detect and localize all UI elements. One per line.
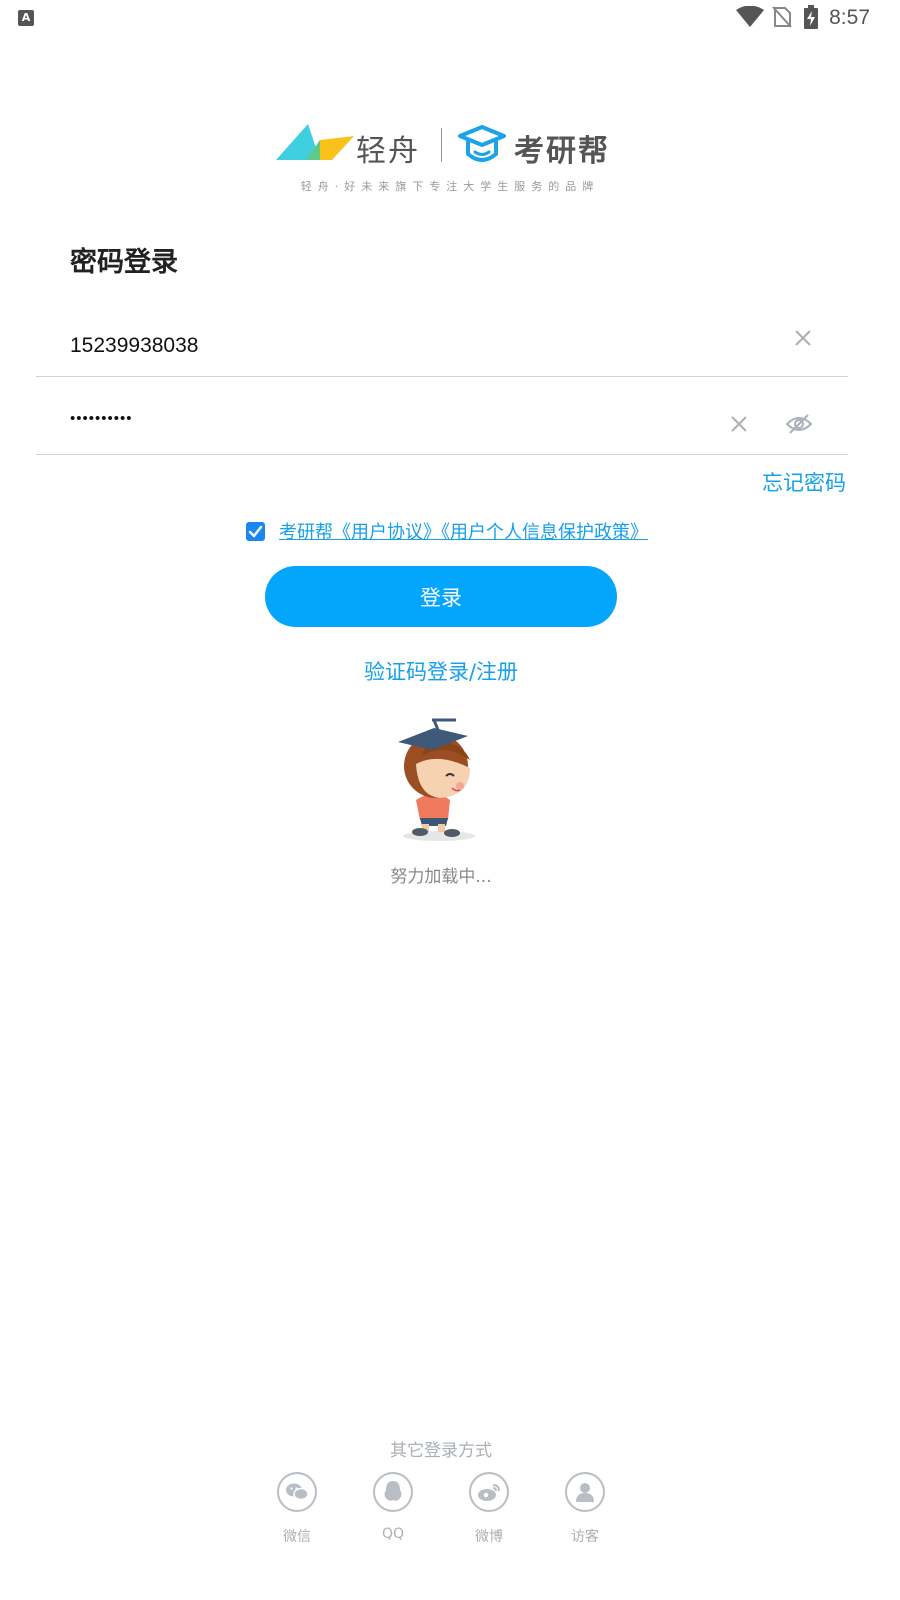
- login-button[interactable]: 登录: [265, 566, 617, 627]
- sms-login-link[interactable]: 验证码登录/注册: [0, 656, 882, 686]
- clear-phone-icon[interactable]: [794, 329, 812, 347]
- status-bar: A 8:57: [0, 0, 900, 40]
- guest-login-button[interactable]: 访客: [555, 1472, 615, 1546]
- wechat-icon: [277, 1472, 317, 1512]
- wechat-login-button[interactable]: 微信: [267, 1472, 327, 1546]
- app-notification-icon: A: [18, 10, 34, 26]
- battery-charging-icon: [804, 5, 818, 29]
- kaoyanbang-name: 考研帮: [514, 134, 610, 169]
- wechat-label: 微信: [283, 1529, 311, 1545]
- qq-login-button[interactable]: QQ: [363, 1472, 423, 1542]
- brand-divider: [441, 128, 442, 162]
- qq-icon: [373, 1472, 413, 1512]
- status-time: 8:57: [829, 6, 870, 29]
- page-title: 密码登录: [70, 247, 178, 278]
- password-input[interactable]: ••••••••••: [36, 398, 848, 454]
- eye-hidden-icon[interactable]: [786, 413, 812, 435]
- loading-mascot-illustration: [398, 718, 475, 841]
- brand-tagline: 轻舟·好未来旗下专注大学生服务的品牌: [300, 180, 600, 193]
- phone-value: 15239938038: [70, 334, 199, 357]
- weibo-login-button[interactable]: 微博: [459, 1472, 519, 1546]
- other-login-title: 其它登录方式: [390, 1441, 492, 1461]
- weibo-label: 微博: [475, 1529, 503, 1545]
- password-underline: [36, 454, 848, 455]
- wifi-icon: [736, 6, 764, 27]
- no-sim-icon: [772, 6, 792, 28]
- agreement-row: 考研帮《用户协议》《用户个人信息保护政策》: [246, 517, 648, 545]
- qq-label: QQ: [381, 1526, 405, 1542]
- qingzhou-logo-icon: [276, 124, 354, 160]
- guest-icon: [565, 1472, 605, 1512]
- forgot-password-link[interactable]: 忘记密码: [762, 467, 846, 497]
- brand-logo: 轻舟 考研帮: [270, 118, 620, 178]
- qingzhou-name: 轻舟: [356, 134, 420, 169]
- agreement-checkbox[interactable]: [246, 521, 265, 541]
- clear-password-icon[interactable]: [730, 415, 748, 433]
- phone-underline: [36, 376, 848, 377]
- graduation-cap-logo-icon: [458, 125, 506, 162]
- password-value: ••••••••••: [70, 410, 133, 427]
- loading-text: 努力加载中...: [390, 867, 492, 887]
- guest-label: 访客: [571, 1529, 599, 1545]
- weibo-icon: [469, 1472, 509, 1512]
- phone-input[interactable]: 15239938038: [36, 320, 848, 376]
- agreement-link[interactable]: 考研帮《用户协议》《用户个人信息保护政策》: [279, 518, 648, 544]
- checkmark-icon: [248, 525, 263, 537]
